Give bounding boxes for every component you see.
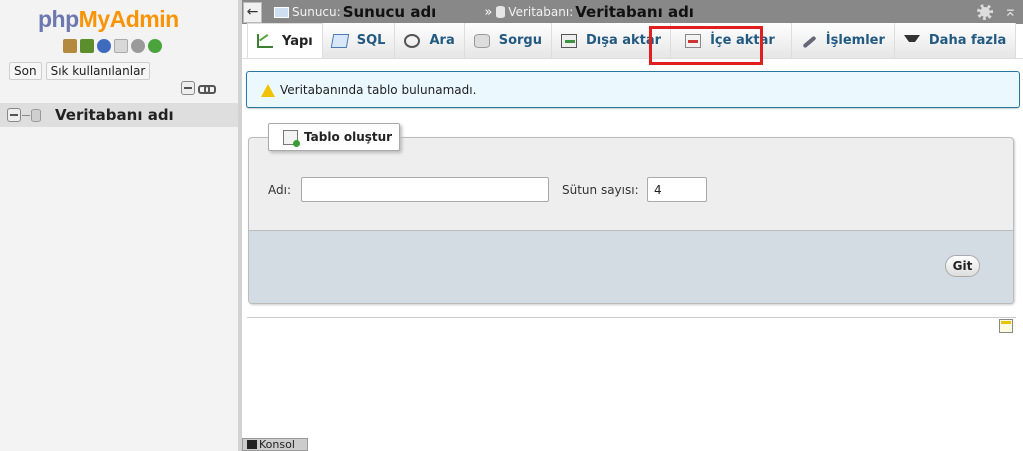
navigation-panel: phpMyAdmin Son Sık kullanılanlar Veritab… [0, 0, 240, 451]
sql-icon [330, 33, 349, 48]
main-tabs: Yapı SQL Ara Sorgu Dışa aktar İçe aktar … [242, 23, 1023, 59]
documentation-icon[interactable] [114, 39, 128, 53]
table-add-icon [283, 129, 300, 147]
column-count-input[interactable] [647, 177, 707, 202]
logo-php-text: php [38, 6, 79, 32]
breadcrumb-server-label: Sunucu: [292, 5, 341, 19]
warning-icon [261, 84, 275, 97]
database-icon [496, 6, 506, 18]
console-toggle[interactable]: Konsol [242, 438, 308, 451]
nav-tree-controls [181, 81, 216, 95]
tab-sql[interactable]: SQL [322, 23, 396, 58]
divider [247, 317, 1016, 318]
structure-icon [257, 34, 273, 48]
no-tables-notice: Veritabanında tablo bulunamadı. [246, 71, 1020, 108]
tab-structure[interactable]: Yapı [247, 23, 323, 58]
tab-more[interactable]: Daha fazla [894, 23, 1017, 58]
tab-label: Yapı [282, 33, 313, 49]
operations-wrench-icon [801, 34, 817, 48]
server-icon [274, 6, 289, 18]
breadcrumb: ← Sunucu: Sunucu adı » Veritabanı: Verit… [242, 0, 1023, 24]
print-view-icon[interactable] [999, 319, 1013, 333]
import-tab-highlight [649, 26, 763, 65]
table-name-input[interactable] [301, 177, 549, 202]
breadcrumb-server[interactable]: Sunucu: Sunucu adı [274, 3, 436, 21]
nav-icon-bar [63, 39, 162, 53]
caret-down-icon [903, 35, 920, 49]
database-icon [31, 108, 41, 122]
database-name-link[interactable]: Veritabanı adı [55, 106, 174, 124]
console-icon [247, 440, 257, 449]
tab-label: Sorgu [498, 33, 542, 48]
collapse-icon[interactable] [7, 108, 21, 122]
breadcrumb-database-value: Veritabanı adı [575, 3, 694, 21]
search-icon [404, 33, 421, 48]
help-icon[interactable] [97, 39, 111, 53]
favorite-tables-button[interactable]: Sık kullanılanlar [45, 62, 151, 80]
nav-recent-favorites: Son Sık kullanılanlar [9, 62, 151, 80]
breadcrumb-database[interactable]: Veritabanı: Veritabanı adı [496, 3, 694, 21]
tab-label: SQL [356, 33, 386, 48]
tab-label: Daha fazla [928, 33, 1007, 48]
go-button[interactable]: Git [945, 255, 980, 277]
page-settings-gear-icon[interactable] [977, 4, 993, 20]
collapse-topbar-icon[interactable]: ⌅ [1004, 3, 1017, 19]
tab-label: Ara [429, 33, 455, 48]
tab-search[interactable]: Ara [395, 23, 465, 58]
breadcrumb-database-label: Veritabanı: [508, 5, 574, 19]
logo-myadmin-text: MyAdmin [78, 6, 180, 32]
create-table-legend-text: Tablo oluştur [304, 130, 393, 144]
table-name-label: Adı: [268, 183, 291, 197]
tab-query[interactable]: Sorgu [464, 23, 552, 58]
console-label: Konsol [259, 438, 295, 451]
tab-operations[interactable]: İşlemler [791, 23, 895, 58]
create-table-legend: Tablo oluştur [268, 123, 400, 151]
column-count-label: Sütun sayısı: [562, 183, 639, 197]
nav-resize-handle[interactable] [238, 0, 242, 451]
recent-tables-button[interactable]: Son [9, 62, 42, 80]
tree-connector [22, 114, 30, 116]
phpmyadmin-logo[interactable]: phpMyAdmin [38, 6, 179, 33]
create-table-fieldset [248, 137, 1014, 304]
exit-icon[interactable] [80, 39, 94, 53]
export-icon [560, 33, 577, 48]
collapse-nav-arrow-icon[interactable]: ← [243, 1, 262, 23]
link-with-main-panel-icon[interactable] [198, 81, 216, 95]
create-table-footer [249, 230, 1013, 303]
reload-icon[interactable] [148, 39, 162, 53]
tab-label: İşlemler [825, 33, 885, 48]
home-icon[interactable] [63, 39, 77, 53]
query-icon [473, 33, 490, 48]
notice-text: Veritabanında tablo bulunamadı. [280, 82, 477, 97]
breadcrumb-server-value: Sunucu adı [342, 3, 437, 21]
settings-icon[interactable] [131, 39, 145, 53]
breadcrumb-separator: » [484, 4, 493, 20]
nav-tree-database-item[interactable]: Veritabanı adı [0, 103, 238, 127]
collapse-all-icon[interactable] [181, 81, 195, 95]
